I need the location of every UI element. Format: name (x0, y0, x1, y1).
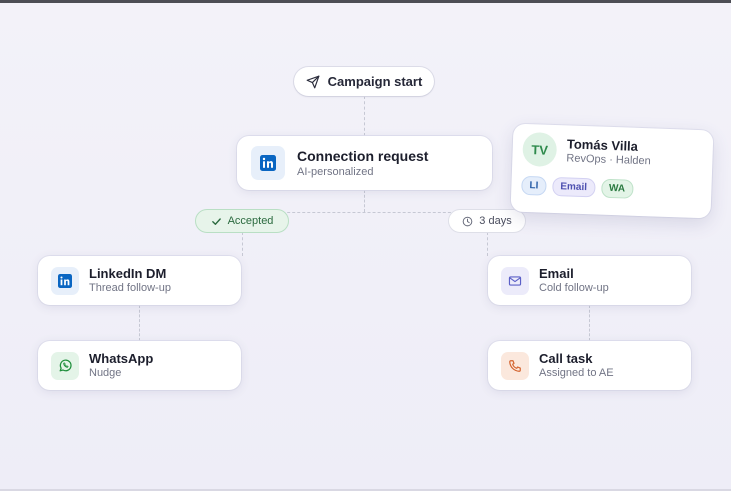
tag-email[interactable]: Email (551, 176, 596, 198)
call-task-subtitle: Assigned to AE (539, 367, 614, 379)
linkedin-dm-title: LinkedIn DM (89, 266, 167, 281)
branch-accepted-label: Accepted (227, 215, 274, 227)
avatar-initials: TV (531, 141, 549, 158)
linkedin-dm-subtitle: Thread follow-up (89, 282, 171, 294)
connection-request-node[interactable]: Connection request AI-personalized (237, 136, 492, 190)
email-title: Email (539, 266, 574, 281)
linkedin-icon (251, 146, 285, 180)
whatsapp-title: WhatsApp (89, 351, 154, 366)
whatsapp-node[interactable]: WhatsApp Nudge (38, 341, 241, 390)
contact-role: RevOps · Halden (566, 151, 651, 167)
whatsapp-subtitle: Nudge (89, 367, 122, 379)
connector-dm-to-whatsapp (139, 305, 140, 341)
clock-icon (462, 216, 473, 227)
call-task-node[interactable]: Call task Assigned to AE (488, 341, 691, 390)
branch-wait-label: 3 days (479, 215, 512, 227)
tag-whatsapp[interactable]: WA (600, 178, 634, 199)
linkedin-dm-node[interactable]: LinkedIn DM Thread follow-up (38, 256, 241, 305)
check-icon (211, 216, 222, 227)
connector-start-to-connection (364, 96, 365, 136)
window-top-edge (0, 0, 731, 3)
connector-connection-to-branch (364, 190, 365, 212)
email-subtitle: Cold follow-up (539, 282, 609, 294)
call-task-title: Call task (539, 351, 593, 366)
phone-icon (501, 351, 529, 380)
branch-wait-badge[interactable]: 3 days (448, 209, 526, 233)
connection-request-subtitle: AI-personalized (297, 165, 374, 178)
whatsapp-icon (51, 351, 79, 380)
contact-card[interactable]: TV Tomás Villa RevOps · Halden LI Email … (510, 123, 714, 219)
contact-channel-tags: LI Email WA (521, 175, 702, 201)
connector-wait-to-email (487, 232, 488, 256)
avatar: TV (522, 131, 558, 168)
mail-icon (501, 266, 529, 295)
campaign-start-node[interactable]: Campaign start (294, 67, 434, 96)
send-icon (306, 75, 320, 89)
connector-email-to-call (589, 305, 590, 341)
tag-linkedin[interactable]: LI (521, 175, 547, 196)
connector-accepted-to-dm (242, 232, 243, 256)
branch-accepted-badge[interactable]: Accepted (195, 209, 289, 233)
campaign-start-label: Campaign start (327, 74, 423, 89)
email-node[interactable]: Email Cold follow-up (488, 256, 691, 305)
linkedin-icon (51, 266, 79, 295)
connection-request-title: Connection request (297, 147, 429, 164)
